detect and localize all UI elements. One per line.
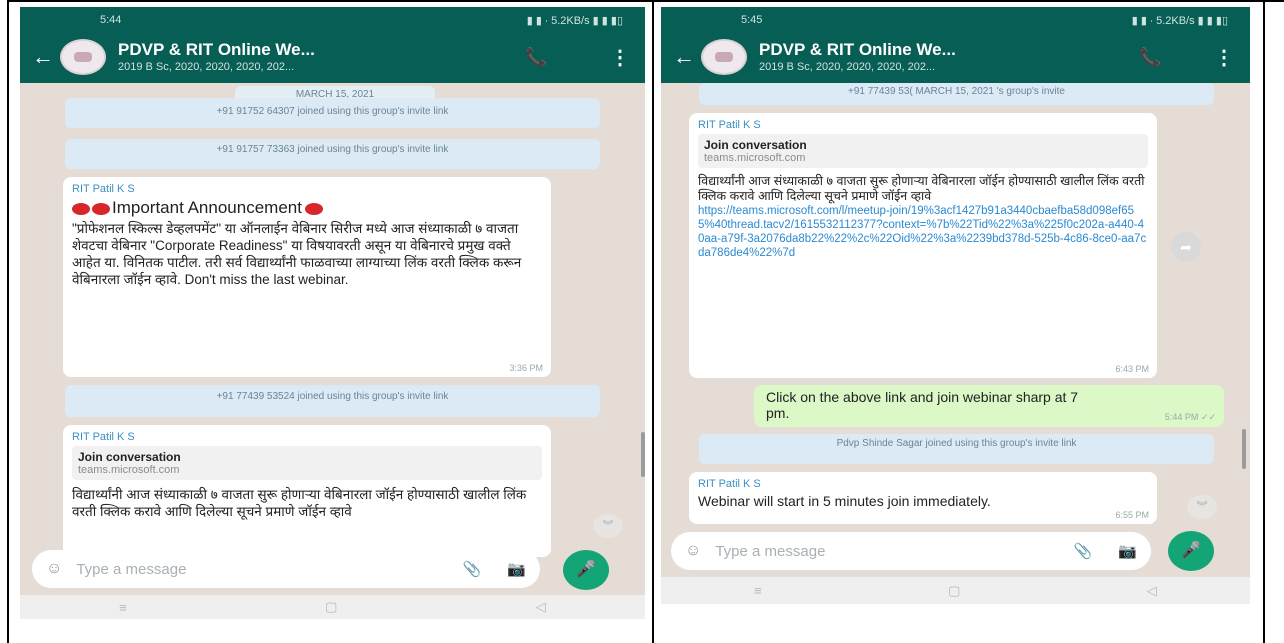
message-sender: RIT Patil K S [72, 183, 135, 195]
home-icon[interactable]: ▢ [325, 599, 337, 615]
message-sender: RIT Patil K S [72, 431, 135, 443]
link-preview-title: Join conversation [78, 450, 181, 464]
red-circle-icon [92, 202, 110, 215]
table-border-right [1263, 0, 1265, 643]
message-sender: RIT Patil K S [698, 478, 761, 490]
table-border-middle [652, 0, 654, 643]
overflow-menu-icon[interactable]: ⋮ [610, 45, 630, 70]
message-text: विद्यार्थ्यांनी आज संध्याकाळी ७ वाजता सु… [698, 174, 1145, 203]
group-avatar[interactable] [701, 39, 747, 75]
nav-back-icon[interactable]: ◁ [536, 599, 546, 615]
system-join-message: +91 77439 53524 joined using this group'… [65, 385, 600, 417]
group-title[interactable]: PDVP & RIT Online We... [759, 40, 956, 60]
announcement-heading: Important Announcement [112, 198, 302, 217]
forward-icon: ➦ [1180, 239, 1192, 255]
message-sender: RIT Patil K S [698, 119, 761, 131]
chat-header: ← PDVP & RIT Online We... 2019 B Sc, 202… [661, 33, 1250, 83]
message-bubble[interactable]: RIT Patil K S Important Announcement "प्… [63, 177, 551, 377]
status-time: 5:45 [741, 14, 763, 26]
nav-back-icon[interactable]: ◁ [1147, 583, 1157, 599]
chevron-down-icon: ︾ [1196, 501, 1208, 513]
table-border-left [7, 0, 9, 643]
scroll-down-button[interactable]: ︾ [593, 514, 623, 538]
right-phone-screenshot: 5:45 ▮ ▮ ∙ 5.2KB/s ▮ ▮ ▮▯ ← PDVP & RIT O… [661, 7, 1250, 604]
emoji-icon[interactable]: ☺ [685, 542, 701, 560]
back-arrow-icon[interactable]: ← [673, 46, 695, 68]
message-time: 6:55 PM [1115, 510, 1149, 520]
message-bubble[interactable]: RIT Patil K S Join conversation teams.mi… [689, 113, 1157, 378]
red-circle-icon [304, 202, 323, 215]
link-preview-title: Join conversation [704, 138, 807, 152]
group-title[interactable]: PDVP & RIT Online We... [118, 40, 315, 60]
link-preview-host: teams.microsoft.com [78, 464, 180, 476]
group-members[interactable]: 2019 B Sc, 2020, 2020, 2020, 202... [118, 61, 294, 73]
status-indicators: ▮ ▮ ∙ 5.2KB/s ▮ ▮ ▮▯ [526, 14, 623, 27]
mic-icon: 🎤 [1181, 542, 1201, 559]
mic-button[interactable]: 🎤 [1168, 531, 1214, 571]
message-time: 5:44 PM ✓✓ [1164, 412, 1216, 422]
chat-header: ← PDVP & RIT Online We... 2019 B Sc, 202… [20, 33, 645, 83]
link-preview[interactable]: Join conversation teams.microsoft.com [698, 134, 1148, 168]
system-join-message: +91 77439 53( MARCH 15, 2021 's group's … [699, 83, 1214, 105]
message-input-bar[interactable]: ☺ Type a message 📎 📷 [671, 532, 1151, 570]
emoji-icon[interactable]: ☺ [46, 560, 62, 578]
message-text: "प्रोफेशनल स्किल्स डेव्हलपमेंट" या ऑनलाई… [72, 221, 522, 287]
left-phone-screenshot: 5:44 ▮ ▮ ∙ 5.2KB/s ▮ ▮ ▮▯ ← PDVP & RIT O… [20, 7, 645, 619]
forward-button[interactable]: ➦ [1171, 232, 1201, 262]
status-bar: 5:45 ▮ ▮ ∙ 5.2KB/s ▮ ▮ ▮▯ [661, 7, 1250, 33]
message-input[interactable]: Type a message [715, 543, 1073, 560]
android-nav-bar: ≡ ▢ ◁ [661, 577, 1250, 604]
android-nav-bar: ≡ ▢ ◁ [20, 595, 645, 619]
message-text: Webinar will start in 5 minutes join imm… [698, 493, 991, 509]
status-indicators: ▮ ▮ ∙ 5.2KB/s ▮ ▮ ▮▯ [1131, 14, 1228, 27]
table-border-top [7, 0, 1284, 2]
attach-icon[interactable]: 📎 [463, 560, 482, 578]
recent-apps-icon[interactable]: ≡ [119, 600, 127, 615]
link-preview-host: teams.microsoft.com [704, 152, 806, 164]
link-preview[interactable]: Join conversation teams.microsoft.com [72, 446, 542, 480]
add-call-icon[interactable]: 📞 [1139, 47, 1161, 68]
message-time: 3:36 PM [509, 363, 543, 373]
back-arrow-icon[interactable]: ← [32, 46, 54, 68]
scroll-down-button[interactable]: ︾ [1187, 495, 1217, 519]
teams-meeting-link[interactable]: https://teams.microsoft.com/l/meetup-joi… [698, 204, 1148, 260]
system-join-message: Pdvp Shinde Sagar joined using this grou… [699, 434, 1214, 464]
mic-button[interactable]: 🎤 [563, 550, 609, 590]
camera-icon[interactable]: 📷 [507, 560, 526, 578]
outgoing-message-bubble[interactable]: Click on the above link and join webinar… [754, 385, 1224, 427]
camera-icon[interactable]: 📷 [1118, 542, 1137, 560]
status-time: 5:44 [100, 14, 122, 26]
system-join-message: +91 91752 64307 joined using this group'… [65, 98, 600, 128]
message-input[interactable]: Type a message [76, 561, 462, 578]
mic-icon: 🎤 [576, 561, 596, 578]
overflow-menu-icon[interactable]: ⋮ [1214, 45, 1234, 70]
message-bubble[interactable]: RIT Patil K S Webinar will start in 5 mi… [689, 472, 1157, 524]
message-bubble[interactable]: RIT Patil K S Join conversation teams.mi… [63, 425, 551, 557]
group-members[interactable]: 2019 B Sc, 2020, 2020, 2020, 202... [759, 61, 935, 73]
group-avatar[interactable] [60, 39, 106, 75]
scrollbar[interactable] [641, 432, 645, 477]
chevron-down-icon: ︾ [602, 520, 614, 532]
message-text: Click on the above link and join webinar… [766, 389, 1079, 421]
red-circle-icon [72, 202, 90, 215]
recent-apps-icon[interactable]: ≡ [754, 583, 762, 598]
attach-icon[interactable]: 📎 [1074, 542, 1093, 560]
home-icon[interactable]: ▢ [948, 583, 960, 599]
status-bar: 5:44 ▮ ▮ ∙ 5.2KB/s ▮ ▮ ▮▯ [20, 7, 645, 33]
message-time: 6:43 PM [1115, 364, 1149, 374]
system-join-message: +91 91757 73363 joined using this group'… [65, 139, 600, 169]
scrollbar[interactable] [1242, 429, 1246, 469]
add-call-icon[interactable]: 📞 [525, 47, 547, 68]
message-input-bar[interactable]: ☺ Type a message 📎 📷 [32, 550, 540, 588]
message-text: विद्यार्थ्यांनी आज संध्याकाळी ७ वाजता सु… [72, 487, 527, 519]
